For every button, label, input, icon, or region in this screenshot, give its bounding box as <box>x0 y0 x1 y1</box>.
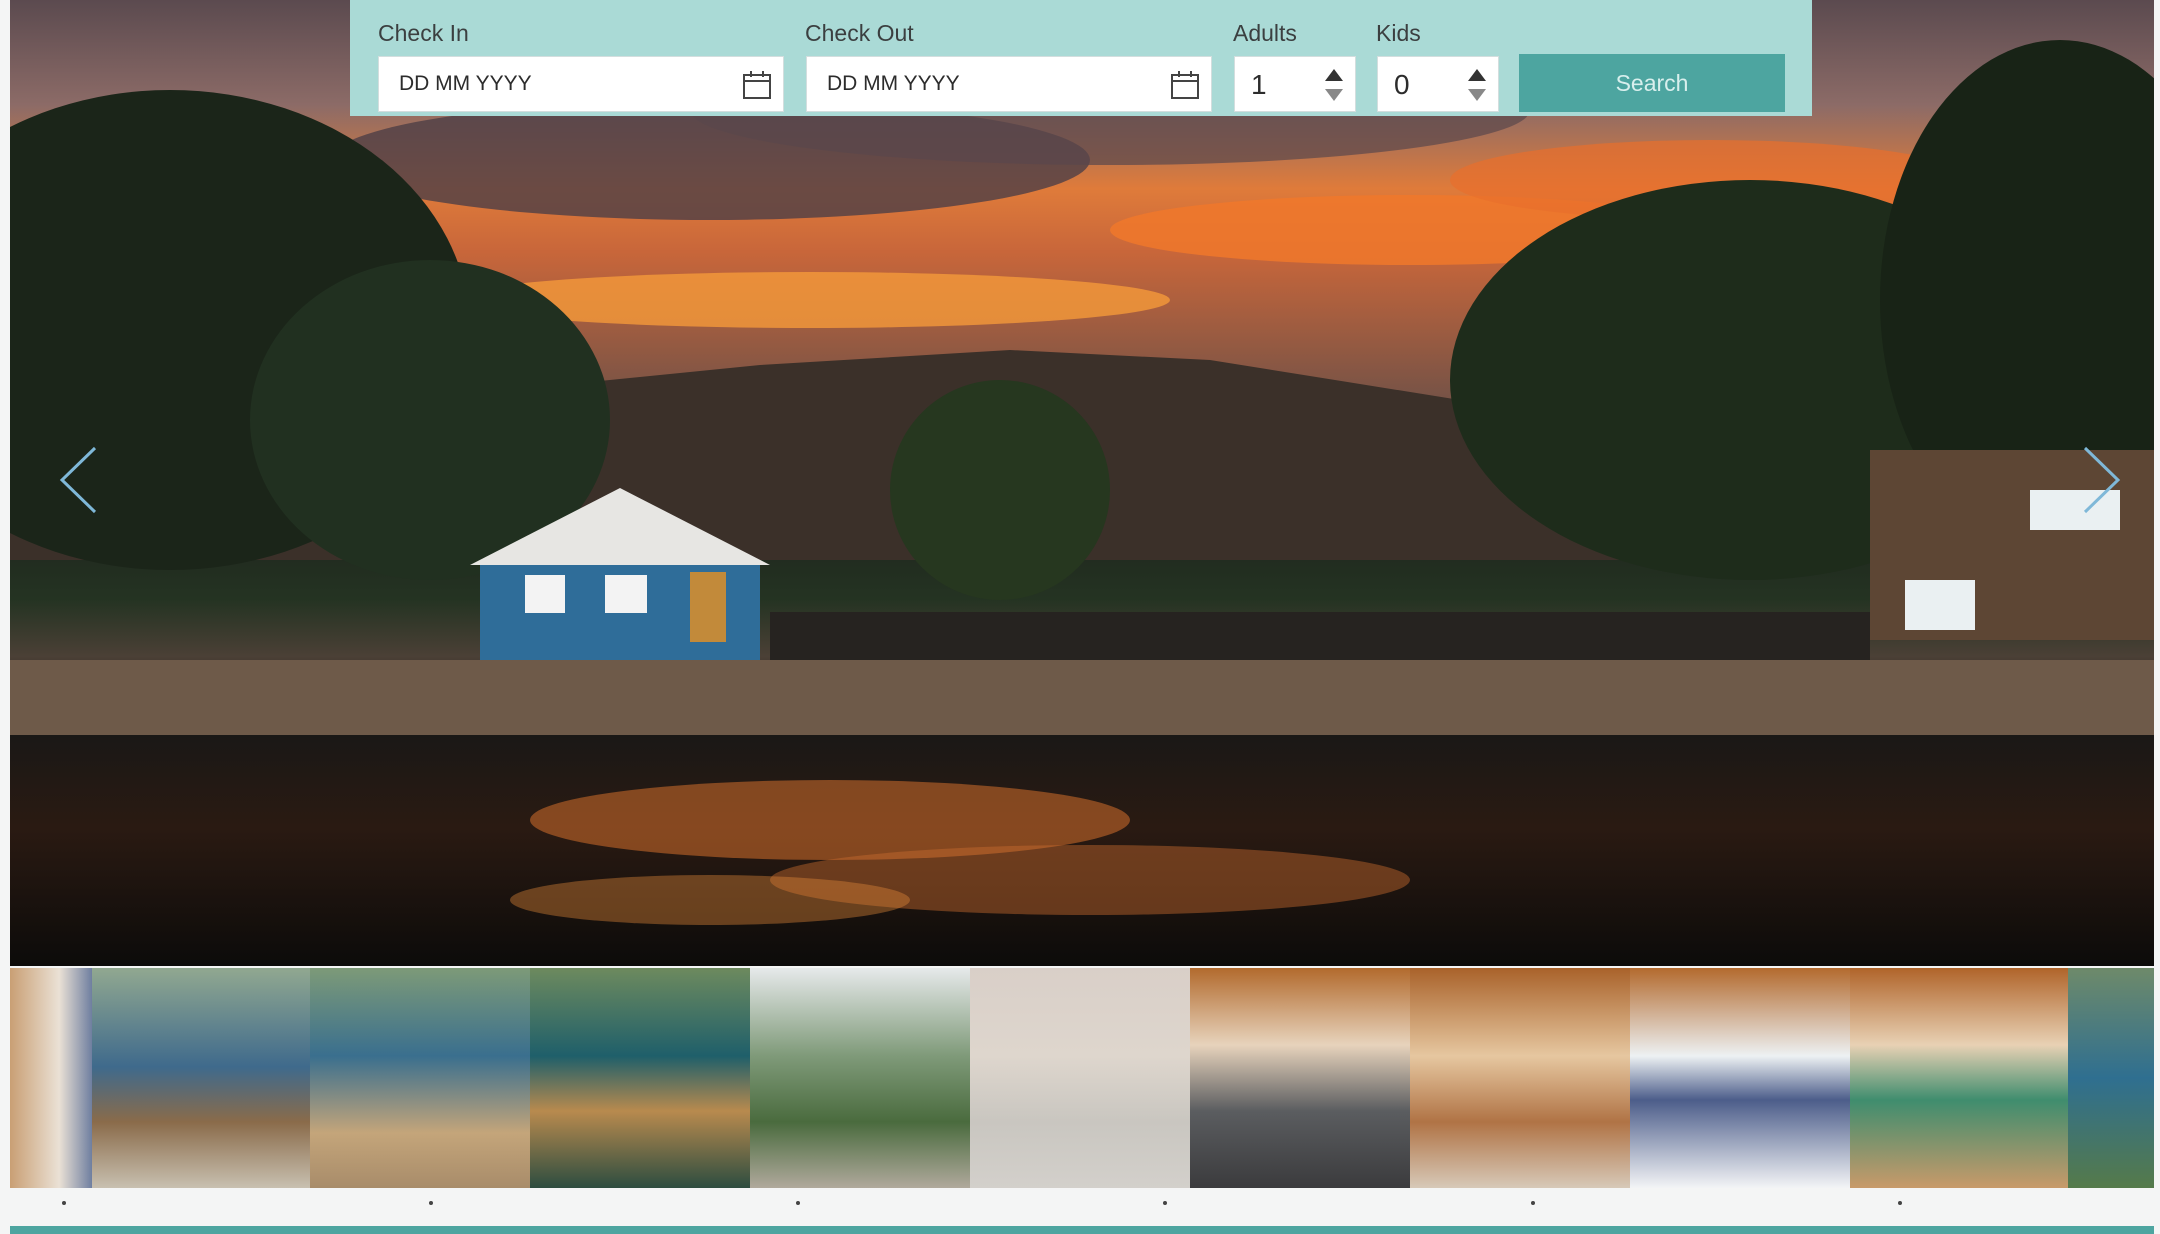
thumbnail[interactable] <box>530 968 750 1188</box>
thumbnail-strip <box>10 968 2154 1188</box>
search-button[interactable]: Search <box>1519 54 1785 112</box>
check-out-placeholder: DD MM YYYY <box>827 72 960 95</box>
thumbnail[interactable] <box>1630 968 1850 1188</box>
previous-slide-button[interactable] <box>50 440 110 520</box>
carousel-dots <box>0 1198 2160 1208</box>
check-out-label: Check Out <box>805 20 914 46</box>
thumbnail[interactable] <box>10 968 92 1188</box>
check-out-input[interactable]: DD MM YYYY <box>806 56 1212 112</box>
check-in-placeholder: DD MM YYYY <box>399 72 532 95</box>
thumbnail[interactable] <box>2068 968 2154 1188</box>
kids-stepper[interactable]: 0 <box>1377 56 1499 112</box>
carousel-dot[interactable] <box>62 1201 66 1205</box>
carousel-dot[interactable] <box>429 1201 433 1205</box>
booking-search-bar: Check In DD MM YYYY Check Out DD MM YYYY… <box>350 0 1812 116</box>
carousel-dot[interactable] <box>1163 1201 1167 1205</box>
decrement-icon[interactable] <box>1468 89 1486 101</box>
check-in-input[interactable]: DD MM YYYY <box>378 56 784 112</box>
chevron-right-icon <box>2083 446 2121 514</box>
thumbnail[interactable] <box>1190 968 1410 1188</box>
sunset-lake-scene <box>10 0 2154 966</box>
increment-icon[interactable] <box>1325 69 1343 81</box>
check-in-label: Check In <box>378 20 469 46</box>
adults-label: Adults <box>1233 20 1297 46</box>
carousel-dot[interactable] <box>796 1201 800 1205</box>
kids-label: Kids <box>1376 20 1421 46</box>
calendar-icon[interactable] <box>741 69 773 101</box>
chevron-left-icon <box>59 446 97 514</box>
thumbnail[interactable] <box>92 968 310 1188</box>
thumbnail[interactable] <box>970 968 1190 1188</box>
thumbnail[interactable] <box>1850 968 2068 1188</box>
adults-value: 1 <box>1251 69 1267 100</box>
thumbnail[interactable] <box>310 968 530 1188</box>
kids-value: 0 <box>1394 69 1410 100</box>
next-slide-button[interactable] <box>2070 440 2130 520</box>
carousel-dot[interactable] <box>1898 1201 1902 1205</box>
hero-slideshow-image <box>10 0 2154 966</box>
carousel-dot[interactable] <box>1531 1201 1535 1205</box>
decrement-icon[interactable] <box>1325 89 1343 101</box>
thumbnail[interactable] <box>750 968 970 1188</box>
thumbnail[interactable] <box>1410 968 1630 1188</box>
footer-accent-bar <box>10 1226 2154 1234</box>
calendar-icon[interactable] <box>1169 69 1201 101</box>
adults-stepper[interactable]: 1 <box>1234 56 1356 112</box>
increment-icon[interactable] <box>1468 69 1486 81</box>
